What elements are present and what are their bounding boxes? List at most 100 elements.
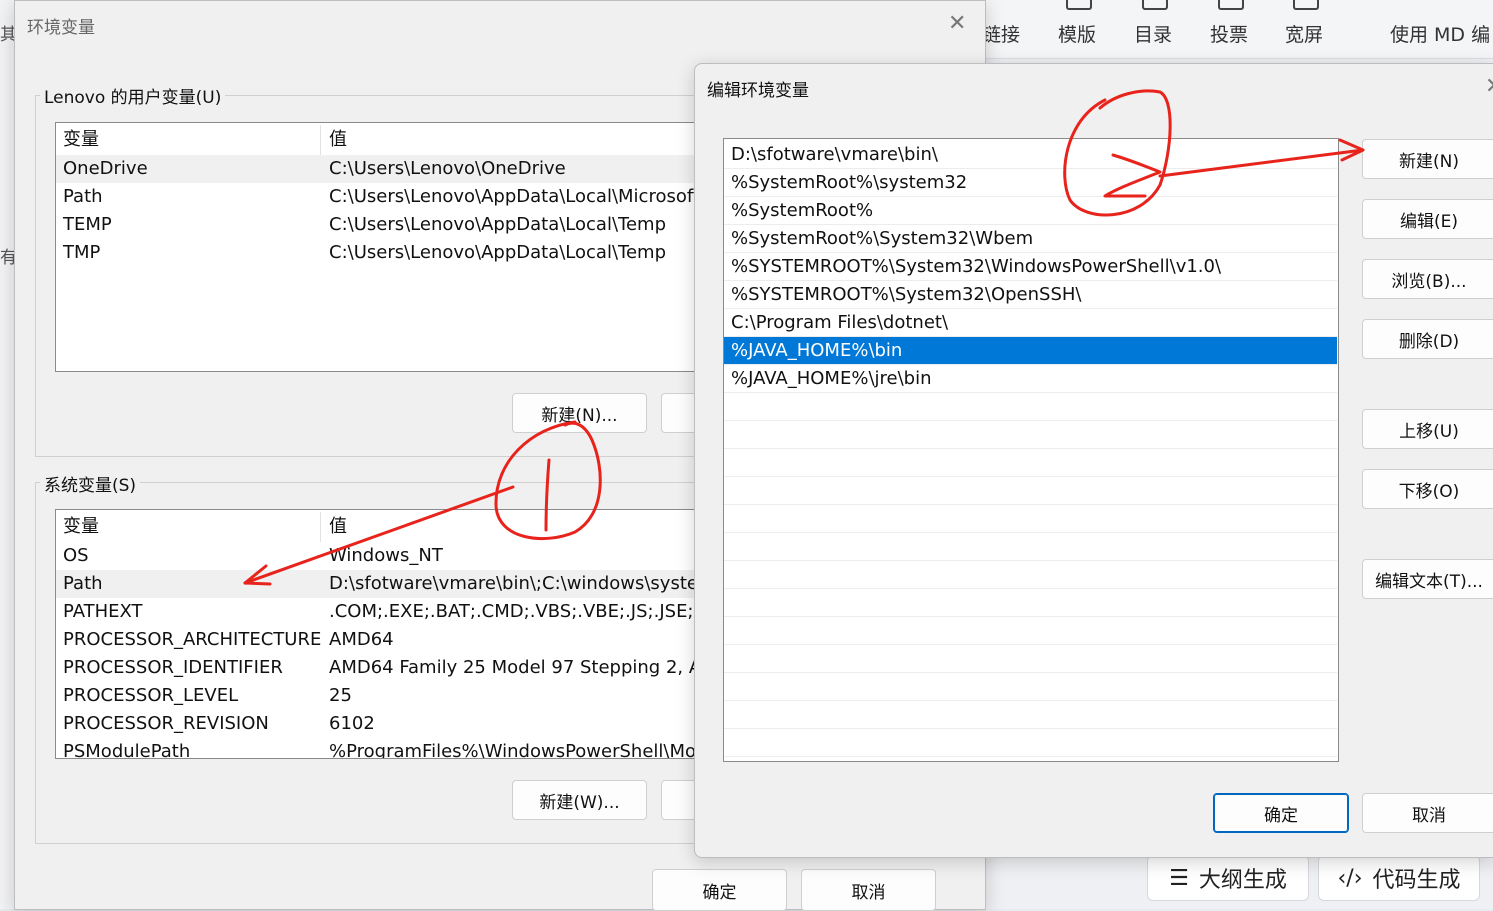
var-value: C:\Users\Lenovo\AppData\Local\Temp [329,242,666,263]
var-name: PATHEXT [63,601,143,622]
empty-row [724,421,1337,449]
vote-label: 投票 [1210,24,1249,46]
move-up-button[interactable]: 上移(U) [1362,409,1493,449]
close-icon[interactable]: ✕ [1485,74,1493,99]
list-item-selected[interactable]: %JAVA_HOME%\bin [724,337,1337,365]
var-name: TEMP [63,214,112,235]
list-item[interactable]: %SystemRoot%\System32\Wbem [724,225,1337,253]
user-new-button[interactable]: 新建(N)... [512,393,647,433]
list-item[interactable]: %SystemRoot% [724,197,1337,225]
toolbar-item-template[interactable]: 模版 [1058,0,1097,47]
code-generate-button[interactable]: ‹/› 代码生成 [1318,855,1480,901]
var-name: PROCESSOR_LEVEL [63,685,239,706]
empty-row [724,589,1337,617]
path-entry-text: C:\Program Files\dotnet\ [731,312,949,333]
var-value: D:\sfotware\vmare\bin\;C:\windows\system [329,573,716,594]
path-entry-text: %JAVA_HOME%\jre\bin [731,368,932,389]
widescreen-icon [1293,0,1319,10]
left-background-strip: 其 有 [0,0,17,909]
toolbar-item-link[interactable]: 链接 [982,20,1020,47]
template-label: 模版 [1058,24,1097,46]
column-header-value[interactable]: 值 [329,125,347,155]
move-down-button[interactable]: 下移(O) [1362,469,1493,509]
var-value: 6102 [329,713,375,734]
path-entry-text: D:\sfotware\vmare\bin\ [731,144,938,165]
outline-generate-button[interactable]: ☰ 大纲生成 [1147,855,1309,901]
list-item[interactable]: %SYSTEMROOT%\System32\WindowsPowerShell\… [724,253,1337,281]
empty-row [724,477,1337,505]
toolbar-item-md[interactable]: 使用 MD 编 [1390,20,1490,47]
md-label: 使用 MD 编 [1390,24,1491,46]
system-new-button[interactable]: 新建(W)... [512,780,647,820]
edit-entry-button[interactable]: 编辑(E) [1362,199,1493,239]
var-value: .COM;.EXE;.BAT;.CMD;.VBS;.VBE;.JS;.JSE;.… [329,601,739,622]
column-header-name[interactable]: 变量 [63,512,99,542]
empty-row [724,729,1337,757]
list-item[interactable]: D:\sfotware\vmare\bin\ [724,141,1337,169]
edit-cancel-button[interactable]: 取消 [1362,793,1493,833]
editor-toolbar: 链接 模版 目录 投票 宽屏 使用 MD 编 [980,0,1493,59]
code-generate-label: 代码生成 [1372,868,1461,893]
empty-row [724,533,1337,561]
new-entry-button[interactable]: 新建(N) [1362,139,1493,179]
var-name: PROCESSOR_REVISION [63,713,269,734]
edit-env-var-dialog: 编辑环境变量 ✕ D:\sfotware\vmare\bin\ %SystemR… [694,63,1493,858]
empty-row [724,449,1337,477]
var-name: Path [63,186,103,207]
var-name: PROCESSOR_ARCHITECTURE [63,629,322,650]
code-icon: ‹/› [1337,865,1363,891]
path-entry-text: %SystemRoot% [731,200,874,221]
toolbar-item-widescreen[interactable]: 宽屏 [1285,0,1324,47]
var-value: %ProgramFiles%\WindowsPowerShell\Mod [329,741,708,759]
path-entry-text: %SYSTEMROOT%\System32\WindowsPowerShell\… [731,256,1222,277]
var-value: C:\Users\Lenovo\OneDrive [329,158,566,179]
column-header-name[interactable]: 变量 [63,125,99,155]
toc-label: 目录 [1134,24,1173,46]
env-cancel-button[interactable]: 取消 [801,869,936,911]
list-item[interactable]: %SYSTEMROOT%\System32\OpenSSH\ [724,281,1337,309]
browse-button[interactable]: 浏览(B)... [1362,259,1493,299]
list-item[interactable]: %SystemRoot%\system32 [724,169,1337,197]
var-value: C:\Users\Lenovo\AppData\Local\Temp [329,214,666,235]
empty-row [724,617,1337,645]
var-name: OS [63,545,89,566]
var-name: PROCESSOR_IDENTIFIER [63,657,283,678]
column-header-value[interactable]: 值 [329,512,347,542]
toc-icon [1142,0,1168,10]
var-name: Path [63,573,103,594]
empty-row [724,561,1337,589]
env-dialog-title: 环境变量 [27,18,95,38]
toolbar-item-toc[interactable]: 目录 [1134,0,1173,47]
template-icon [1066,0,1092,10]
env-ok-button[interactable]: 确定 [652,869,787,911]
close-icon[interactable]: ✕ [948,11,966,36]
outline-icon: ☰ [1169,865,1189,891]
empty-row [724,701,1337,729]
edit-dialog-title: 编辑环境变量 [707,81,809,101]
list-item[interactable]: C:\Program Files\dotnet\ [724,309,1337,337]
system-vars-label: 系统变量(S) [40,471,141,496]
path-entry-text: %JAVA_HOME%\bin [731,340,903,361]
list-item[interactable]: %JAVA_HOME%\jre\bin [724,365,1337,393]
toolbar-item-vote[interactable]: 投票 [1210,0,1249,47]
var-value: AMD64 Family 25 Model 97 Stepping 2, A [329,657,702,678]
path-entries-list[interactable]: D:\sfotware\vmare\bin\ %SystemRoot%\syst… [723,138,1339,762]
var-value: C:\Users\Lenovo\AppData\Local\Microsoft\ [329,186,707,207]
outline-generate-label: 大纲生成 [1198,868,1287,893]
path-entry-text: %SYSTEMROOT%\System32\OpenSSH\ [731,284,1082,305]
link-label: 链接 [982,24,1021,46]
var-value: 25 [329,685,352,706]
edit-ok-button[interactable]: 确定 [1213,793,1349,833]
delete-button[interactable]: 删除(D) [1362,319,1493,359]
edit-text-button[interactable]: 编辑文本(T)... [1362,559,1493,599]
var-value: AMD64 [329,629,394,650]
widescreen-label: 宽屏 [1285,24,1324,46]
path-entry-text: %SystemRoot%\System32\Wbem [731,228,1034,249]
user-vars-label: Lenovo 的用户变量(U) [40,83,226,108]
var-name: PSModulePath [63,741,191,759]
path-entry-text: %SystemRoot%\system32 [731,172,968,193]
var-name: OneDrive [63,158,148,179]
empty-row [724,393,1337,421]
empty-row [724,673,1337,701]
var-name: TMP [63,242,101,263]
